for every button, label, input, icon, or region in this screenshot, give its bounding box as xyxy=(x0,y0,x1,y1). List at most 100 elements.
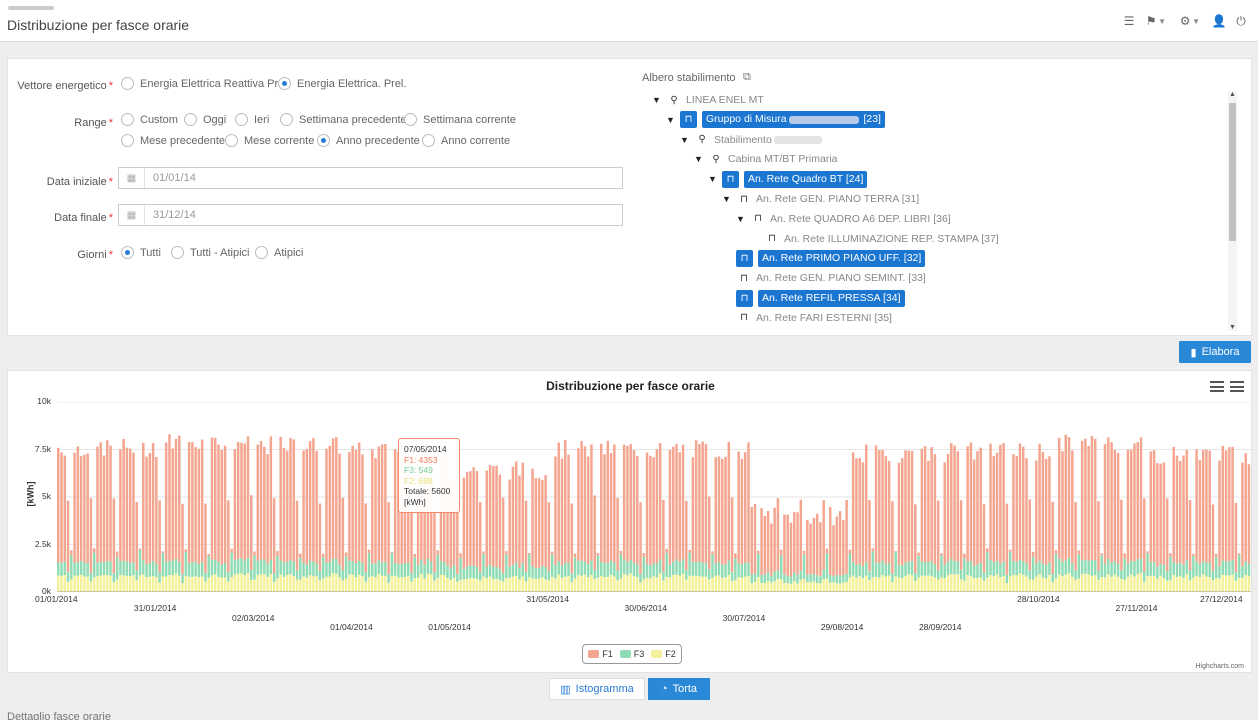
radio-giorni-tutti[interactable]: Tutti xyxy=(121,246,161,259)
bar-f2 xyxy=(433,580,436,592)
chart-credits[interactable]: Highcharts.com xyxy=(1195,663,1244,670)
caret-down-icon[interactable]: ▼ xyxy=(736,214,750,224)
scroll-down-icon[interactable]: ▼ xyxy=(1228,324,1237,331)
bar-f1 xyxy=(956,451,960,562)
elabora-button[interactable]: ▮ Elabora xyxy=(1179,341,1251,363)
caret-down-icon[interactable]: ▼ xyxy=(666,115,680,125)
bar-f3 xyxy=(449,568,453,580)
bar-f1 xyxy=(70,550,73,556)
y-tick-label: 10k xyxy=(37,396,51,406)
tree-node[interactable]: ▼ ⊓ An. Rete Quadro BT [24] xyxy=(708,170,868,188)
bar-f1 xyxy=(351,445,354,562)
data-iniziale-input[interactable]: ▦ 01/01/14 xyxy=(118,167,623,189)
radio-range-anno-corrente[interactable]: Anno corrente xyxy=(422,134,510,147)
map-marker-icon: ⚲ xyxy=(670,94,678,106)
caret-down-icon[interactable]: ▼ xyxy=(722,194,736,204)
bar-f2 xyxy=(318,580,322,592)
legend-item-f1[interactable]: F1 xyxy=(588,649,613,659)
tree-scrollbar[interactable]: ▲ ▼ xyxy=(1228,91,1237,331)
radio-range-custom[interactable]: Custom xyxy=(121,113,178,126)
tooltip-date: 07/05/2014 xyxy=(404,444,447,454)
bar-f2 xyxy=(982,580,986,592)
bar-f2 xyxy=(534,578,538,592)
tree-node[interactable]: ⊓ An. Rete GEN. PIANO SEMINT. [33] xyxy=(722,269,930,287)
external-link-icon[interactable]: ⧉ xyxy=(743,71,751,84)
tree-node[interactable]: ⊓ An. Rete PRIMO PIANO UFF. [32] xyxy=(722,249,926,267)
tree-node[interactable]: ▼ ⊓ An. Rete GEN. PIANO TERRA [31] xyxy=(722,190,923,208)
bar-f3 xyxy=(292,561,295,577)
list-icon[interactable]: ☰ xyxy=(1118,13,1140,29)
bar-f1 xyxy=(1162,462,1166,566)
bar-f1 xyxy=(83,454,86,563)
bar-f3 xyxy=(1143,571,1146,582)
bar-f1 xyxy=(734,553,737,559)
bar-f2 xyxy=(1022,574,1025,592)
bar-f2 xyxy=(629,573,632,592)
radio-vettore-reattiva[interactable]: Energia Elettrica Reattiva Prel. xyxy=(121,77,290,90)
bar-f2 xyxy=(537,578,541,592)
scrollbar-thumb[interactable] xyxy=(1229,103,1236,241)
bar-f2 xyxy=(400,577,403,592)
chart-export-menu-icon[interactable] xyxy=(1230,381,1244,392)
radio-range-mese-precedente[interactable]: Mese precedente xyxy=(121,134,225,147)
bar-f3 xyxy=(698,561,701,577)
bar-f2 xyxy=(403,576,407,592)
bar-f1 xyxy=(655,449,659,564)
caret-down-icon[interactable]: ▼ xyxy=(680,135,694,145)
radio-range-ieri[interactable]: Ieri xyxy=(235,113,269,126)
tree-node[interactable]: ▼ ⊓ An. Rete QUADRO A6 DEP. LIBRI [36] xyxy=(736,210,955,228)
bar-f2 xyxy=(1152,576,1156,592)
bar-f1 xyxy=(851,452,855,562)
tree-node-label: An. Rete FARI ESTERNI [35] xyxy=(756,311,892,324)
legend-item-f2[interactable]: F2 xyxy=(651,649,676,659)
inbox-icon: ⊓ xyxy=(754,213,762,225)
bar-f1 xyxy=(138,548,142,550)
bar-f3 xyxy=(269,559,273,574)
bar-f2 xyxy=(887,575,891,592)
bar-f3 xyxy=(1002,561,1005,577)
tree-node[interactable]: ⊓ An. Rete ILLUMINAZIONE REP. STAMPA [37] xyxy=(750,230,1003,248)
radio-giorni-tutti-atipici[interactable]: Tutti - Atipici xyxy=(171,246,250,259)
radio-range-oggi[interactable]: Oggi xyxy=(184,113,226,126)
torta-button[interactable]: ◔ Torta xyxy=(648,678,710,700)
radio-vettore-elettrica[interactable]: Energia Elettrica. Prel. xyxy=(278,77,406,90)
calendar-icon[interactable]: ▦ xyxy=(119,205,145,225)
bar-f3 xyxy=(1129,560,1133,575)
radio-range-mese-corrente[interactable]: Mese corrente xyxy=(225,134,314,147)
tree-node[interactable]: ▼ ⊓ Gruppo di Misura [23] xyxy=(666,111,885,129)
inbox-icon: ⊓ xyxy=(740,272,748,284)
caret-down-icon[interactable]: ▼ xyxy=(652,95,666,105)
bar-f2 xyxy=(900,578,904,592)
power-icon[interactable]: ⏻ xyxy=(1230,13,1252,29)
bar-f2 xyxy=(698,576,701,592)
tree-node[interactable]: ▼ ⚲ Cabina MT/BT Primaria xyxy=(694,150,842,168)
bar-f2 xyxy=(1159,575,1162,592)
radio-range-settimana-corrente[interactable]: Settimana corrente xyxy=(404,113,516,126)
user-icon[interactable]: 👤 xyxy=(1208,13,1230,29)
bar-f2 xyxy=(92,577,96,592)
tree-node[interactable]: ⊓ An. Rete REFIL PRESSA [34] xyxy=(722,289,905,307)
bar-f1 xyxy=(518,475,521,568)
bar-f3 xyxy=(132,562,135,576)
bar-f3 xyxy=(321,556,325,579)
tree-node[interactable]: ⊓ An. Rete FARI ESTERNI [35] xyxy=(722,309,896,327)
bar-f1 xyxy=(586,456,590,565)
radio-giorni-atipici[interactable]: Atipici xyxy=(255,246,303,259)
calendar-icon[interactable]: ▦ xyxy=(119,168,145,188)
istogramma-button[interactable]: ▥ Istogramma xyxy=(549,678,645,700)
bar-f1 xyxy=(806,519,809,575)
tree-node[interactable]: ▼ ⚲ LINEA ENEL MT xyxy=(652,91,768,109)
data-finale-input[interactable]: ▦ 31/12/14 xyxy=(118,204,623,226)
bar-f2 xyxy=(128,575,132,592)
bar-f2 xyxy=(1120,579,1123,592)
caret-down-icon[interactable]: ▼ xyxy=(694,154,708,164)
radio-range-settimana-precedente[interactable]: Settimana precedente xyxy=(280,113,407,126)
tree-node[interactable]: ▼ ⚲ Stabilimento xyxy=(680,131,828,149)
bar-f1 xyxy=(76,446,80,563)
bar-f3 xyxy=(881,560,884,576)
radio-range-anno-precedente[interactable]: Anno precedente xyxy=(317,134,420,147)
legend-item-f3[interactable]: F3 xyxy=(619,649,644,659)
caret-down-icon[interactable]: ▼ xyxy=(708,174,722,184)
chart-menu-icon[interactable] xyxy=(1210,381,1224,392)
scroll-up-icon[interactable]: ▲ xyxy=(1228,91,1237,98)
